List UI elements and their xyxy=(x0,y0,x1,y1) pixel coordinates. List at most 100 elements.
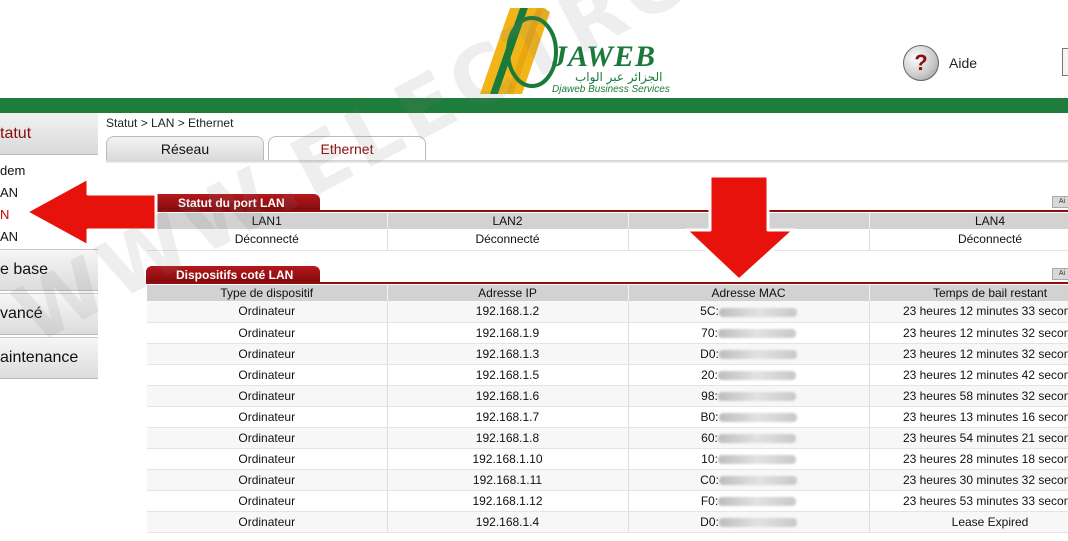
sidebar-item-label: e base xyxy=(0,261,49,278)
table-row: Ordinateur 192.168.1.3 D0: 23 heures 12 min… xyxy=(147,343,1068,365)
redacted-mac xyxy=(718,349,797,359)
lease-time-cell: 23 heures 12 minutes 32 second xyxy=(869,322,1068,344)
device-type-cell: Ordinateur xyxy=(147,322,388,344)
lease-time-cell: 23 heures 28 minutes 18 second xyxy=(869,448,1068,470)
mac-prefix: F0: xyxy=(700,493,719,508)
table-row: Ordinateur 192.168.1.5 20: 23 heures 12 min… xyxy=(147,364,1068,386)
help-button[interactable]: ? Aide xyxy=(903,45,977,81)
device-type-cell: Ordinateur xyxy=(147,385,388,407)
ip-address-cell: 192.168.1.3 xyxy=(387,343,629,365)
redacted-mac xyxy=(717,433,796,443)
tab-divider xyxy=(106,160,1068,163)
lan-status-table: LAN1 LAN2 LAN4 Déconnecté Déconnecté Déc… xyxy=(147,213,1068,251)
sidebar-item-statut[interactable]: tatut xyxy=(0,113,98,155)
logo-arabic: الجزائر عبر الواب xyxy=(575,70,663,84)
column-header: Temps de bail restant xyxy=(869,285,1068,301)
mac-prefix: D0: xyxy=(700,514,719,529)
lease-time-cell: 23 heures 54 minutes 21 second xyxy=(869,427,1068,449)
redacted-mac xyxy=(717,454,796,464)
top-right-control[interactable] xyxy=(1062,48,1068,76)
mac-address-cell: D0: xyxy=(628,343,870,365)
sidebar-sub-wan[interactable]: AN xyxy=(0,185,98,200)
column-header: LAN1 xyxy=(147,213,388,229)
sidebar-item-base[interactable]: e base xyxy=(0,249,98,291)
sidebar-item-label: vancé xyxy=(0,305,43,322)
lease-time-cell: 23 heures 12 minutes 42 second xyxy=(869,364,1068,386)
mac-address-cell: 20: xyxy=(628,364,870,386)
column-header: LAN2 xyxy=(387,213,629,229)
mac-prefix: 98: xyxy=(701,388,718,403)
redacted-mac xyxy=(718,307,797,317)
help-icon: ? xyxy=(903,45,939,81)
mac-address-cell: C0: xyxy=(628,469,870,491)
device-type-cell: Ordinateur xyxy=(147,490,388,512)
mac-prefix: 70: xyxy=(701,325,718,340)
redacted-mac xyxy=(718,517,797,527)
mac-address-cell: 60: xyxy=(628,427,870,449)
lease-time-cell: 23 heures 53 minutes 33 second xyxy=(869,490,1068,512)
tab-reseau[interactable]: Réseau xyxy=(106,136,264,162)
redacted-mac xyxy=(718,496,797,506)
column-header: Adresse IP xyxy=(387,285,629,301)
table-header-row: Type de dispositif Adresse IP Adresse MA… xyxy=(147,285,1068,301)
devices-table: Type de dispositif Adresse IP Adresse MA… xyxy=(147,285,1068,533)
mac-prefix: C0: xyxy=(700,472,719,487)
redacted-mac xyxy=(718,475,797,485)
device-type-cell: Ordinateur xyxy=(147,469,388,491)
sidebar-item-maintenance[interactable]: aintenance xyxy=(0,337,98,379)
ip-address-cell: 192.168.1.6 xyxy=(387,385,629,407)
mac-prefix: 10: xyxy=(701,451,718,466)
lease-time-cell: 23 heures 13 minutes 16 second xyxy=(869,406,1068,428)
device-type-cell: Ordinateur xyxy=(147,301,388,323)
ip-address-cell: 192.168.1.8 xyxy=(387,427,629,449)
mac-address-cell: 70: xyxy=(628,322,870,344)
logo-subtitle: Djaweb Business Services xyxy=(552,84,670,95)
table-cell: Déconnecté xyxy=(869,229,1068,251)
logo-text: JAWEB xyxy=(552,40,656,73)
sidebar-sub-wlan[interactable]: AN xyxy=(0,229,98,244)
table-row: Ordinateur 192.168.1.6 98: 23 heures 58 min… xyxy=(147,385,1068,407)
mac-prefix: D0: xyxy=(700,346,719,361)
table-row: Ordinateur 192.168.1.2 5C: 23 heures 12 min… xyxy=(147,301,1068,323)
device-type-cell: Ordinateur xyxy=(147,511,388,533)
sidebar: tatut dem AN N AN e base vancé aintenanc… xyxy=(0,113,98,541)
devices-button[interactable]: Ai xyxy=(1052,268,1068,280)
ip-address-cell: 192.168.1.10 xyxy=(387,448,629,470)
column-header: Type de dispositif xyxy=(147,285,388,301)
mac-address-cell: 5C: xyxy=(628,301,870,323)
sidebar-item-avance[interactable]: vancé xyxy=(0,293,98,335)
sidebar-sub-modem[interactable]: dem xyxy=(0,163,98,178)
redacted-mac xyxy=(718,412,797,422)
mac-prefix: 60: xyxy=(701,430,718,445)
ip-address-cell: 192.168.1.5 xyxy=(387,364,629,386)
header: JAWEB الجزائر عبر الواب Djaweb Business … xyxy=(0,0,1068,98)
device-type-cell: Ordinateur xyxy=(147,406,388,428)
mac-address-cell: 98: xyxy=(628,385,870,407)
ip-address-cell: 192.168.1.2 xyxy=(387,301,629,323)
sidebar-sub-lan[interactable]: N xyxy=(0,207,98,222)
breadcrumb: Statut > LAN > Ethernet xyxy=(106,116,234,130)
table-row: Ordinateur 192.168.1.8 60: 23 heures 54 min… xyxy=(147,427,1068,449)
devices-rule xyxy=(146,282,1068,284)
tab-ethernet[interactable]: Ethernet xyxy=(268,136,426,162)
mac-address-cell: 10: xyxy=(628,448,870,470)
lease-time-cell: 23 heures 12 minutes 32 second xyxy=(869,343,1068,365)
green-bar xyxy=(0,98,1068,113)
table-cell xyxy=(628,229,870,251)
mac-prefix: 5C: xyxy=(700,304,719,319)
redacted-mac xyxy=(717,328,796,338)
device-type-cell: Ordinateur xyxy=(147,343,388,365)
mac-address-cell: B0: xyxy=(628,406,870,428)
device-rows: Ordinateur 192.168.1.2 5C: 23 heures 12 min… xyxy=(147,301,1068,533)
ip-address-cell: 192.168.1.4 xyxy=(387,511,629,533)
table-cell: Déconnecté xyxy=(387,229,629,251)
lease-time-cell: 23 heures 58 minutes 32 second xyxy=(869,385,1068,407)
device-type-cell: Ordinateur xyxy=(147,427,388,449)
lan-status-button[interactable]: Ai xyxy=(1052,196,1068,208)
ip-address-cell: 192.168.1.12 xyxy=(387,490,629,512)
help-label: Aide xyxy=(949,55,978,71)
redacted-mac xyxy=(717,370,796,380)
lease-time-cell: 23 heures 30 minutes 32 second xyxy=(869,469,1068,491)
ip-address-cell: 192.168.1.7 xyxy=(387,406,629,428)
mac-address-cell: D0: xyxy=(628,511,870,533)
